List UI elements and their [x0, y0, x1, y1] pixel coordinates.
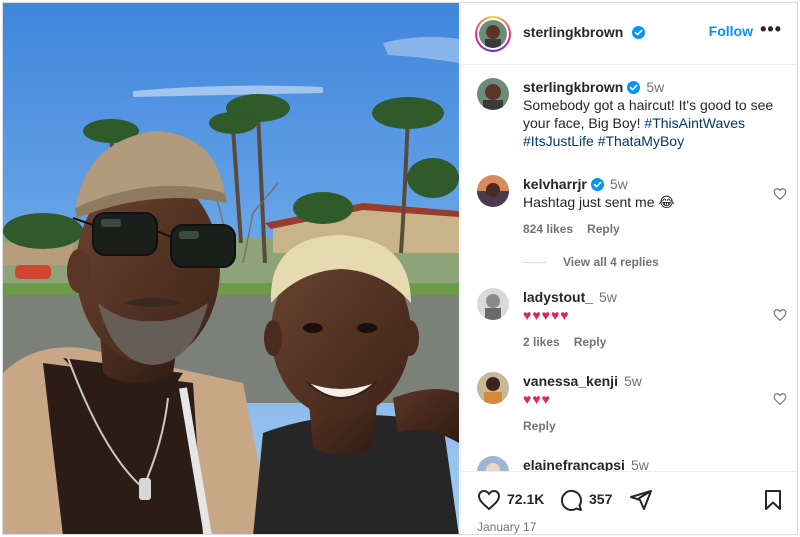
- caption-avatar-image: [477, 78, 509, 110]
- comment-avatar[interactable]: [477, 372, 509, 404]
- comment-avatar[interactable]: [477, 175, 509, 207]
- instagram-post-modal: sterlingkbrown Follow ••• sterlingkbrown…: [2, 2, 798, 535]
- comment-likes[interactable]: 824 likes: [523, 222, 573, 236]
- heart-outline-icon[interactable]: [773, 392, 787, 406]
- comment-body: vanessa_kenji 5w ♥♥♥: [523, 372, 761, 408]
- post-actions-bar: 72.1K 357 January 17: [461, 471, 797, 534]
- reply-button[interactable]: Reply: [523, 419, 556, 433]
- view-replies-label[interactable]: View all 4 replies: [563, 255, 659, 269]
- comment-item: vanessa_kenji 5w ♥♥♥ Reply: [477, 372, 787, 433]
- comment-avatar[interactable]: [477, 456, 509, 471]
- comments-count[interactable]: 357: [589, 491, 612, 507]
- caption-username[interactable]: sterlingkbrown: [523, 79, 623, 95]
- comment-meta: 824 likes Reply: [523, 222, 634, 236]
- comment-item: kelvharrjr 5w Hashtag just sent me 😂 824 …: [477, 175, 787, 236]
- comment-body: elainefrancapsi 5w: [523, 456, 761, 471]
- comment-avatar-image: [477, 288, 509, 320]
- heart-outline-icon[interactable]: [773, 308, 787, 322]
- comment-username[interactable]: vanessa_kenji: [523, 373, 618, 389]
- like-heart-icon[interactable]: [477, 488, 501, 512]
- comments-list[interactable]: sterlingkbrown 5w Somebody got a haircut!…: [461, 66, 797, 471]
- comment-time[interactable]: 5w: [624, 373, 642, 389]
- comment-body: kelvharrjr 5w Hashtag just sent me 😂: [523, 175, 761, 211]
- comment-item: ladystout_ 5w ♥♥♥♥♥ 2 likes Reply: [477, 288, 787, 349]
- view-replies-button[interactable]: View all 4 replies: [523, 255, 659, 269]
- author-name-row: sterlingkbrown: [523, 24, 645, 42]
- hashtag-link[interactable]: #ItsJustLife: [523, 133, 594, 149]
- comment-body: ladystout_ 5w ♥♥♥♥♥: [523, 288, 761, 324]
- comment-username[interactable]: elainefrancapsi: [523, 457, 625, 471]
- comment-avatar-image: [477, 175, 509, 207]
- bookmark-icon[interactable]: [761, 488, 785, 512]
- comment-item: elainefrancapsi 5w: [477, 456, 787, 471]
- heart-outline-icon[interactable]: [773, 187, 787, 201]
- post-date[interactable]: January 17: [477, 520, 536, 534]
- post-details-panel: sterlingkbrown Follow ••• sterlingkbrown…: [460, 3, 797, 534]
- hashtag-link[interactable]: #ThataMyBoy: [598, 133, 684, 149]
- comment-text: ♥♥♥♥♥: [523, 307, 570, 323]
- verified-badge-icon: [590, 178, 604, 191]
- comment-username[interactable]: kelvharrjr: [523, 176, 587, 192]
- caption-avatar[interactable]: [477, 78, 509, 110]
- post-photo-illustration: [3, 3, 459, 534]
- comment-meta: 2 likes Reply: [523, 335, 620, 349]
- comment-text: ♥♥♥: [523, 391, 551, 407]
- post-header: sterlingkbrown Follow •••: [461, 3, 797, 65]
- comment-time[interactable]: 5w: [631, 457, 649, 471]
- reply-button[interactable]: Reply: [574, 335, 607, 349]
- follow-button[interactable]: Follow: [709, 23, 753, 39]
- hashtag-link[interactable]: #ThisAintWaves: [644, 115, 745, 131]
- comment-username[interactable]: ladystout_: [523, 289, 593, 305]
- verified-badge-icon: [627, 81, 641, 94]
- post-photo[interactable]: [3, 3, 459, 534]
- author-avatar-image: [479, 20, 507, 48]
- comment-avatar-image: [477, 372, 509, 404]
- comment-meta: Reply: [523, 419, 570, 433]
- share-icon[interactable]: [629, 488, 653, 512]
- comment-time[interactable]: 5w: [610, 176, 628, 192]
- verified-badge-icon: [631, 26, 645, 39]
- author-avatar[interactable]: [475, 16, 511, 52]
- caption-body: sterlingkbrown 5w Somebody got a haircut!…: [523, 78, 787, 150]
- comment-avatar[interactable]: [477, 288, 509, 320]
- replies-divider: [523, 262, 547, 264]
- more-icon[interactable]: •••: [760, 19, 782, 40]
- comment-avatar-image: [477, 456, 509, 471]
- comment-time[interactable]: 5w: [599, 289, 617, 305]
- caption: sterlingkbrown 5w Somebody got a haircut!…: [477, 78, 787, 158]
- comment-text: Hashtag just sent me 😂: [523, 194, 675, 210]
- comment-likes[interactable]: 2 likes: [523, 335, 560, 349]
- author-username[interactable]: sterlingkbrown: [523, 24, 623, 40]
- likes-count[interactable]: 72.1K: [507, 491, 544, 507]
- caption-time[interactable]: 5w: [646, 79, 664, 95]
- reply-button[interactable]: Reply: [587, 222, 620, 236]
- comment-icon[interactable]: [559, 488, 583, 512]
